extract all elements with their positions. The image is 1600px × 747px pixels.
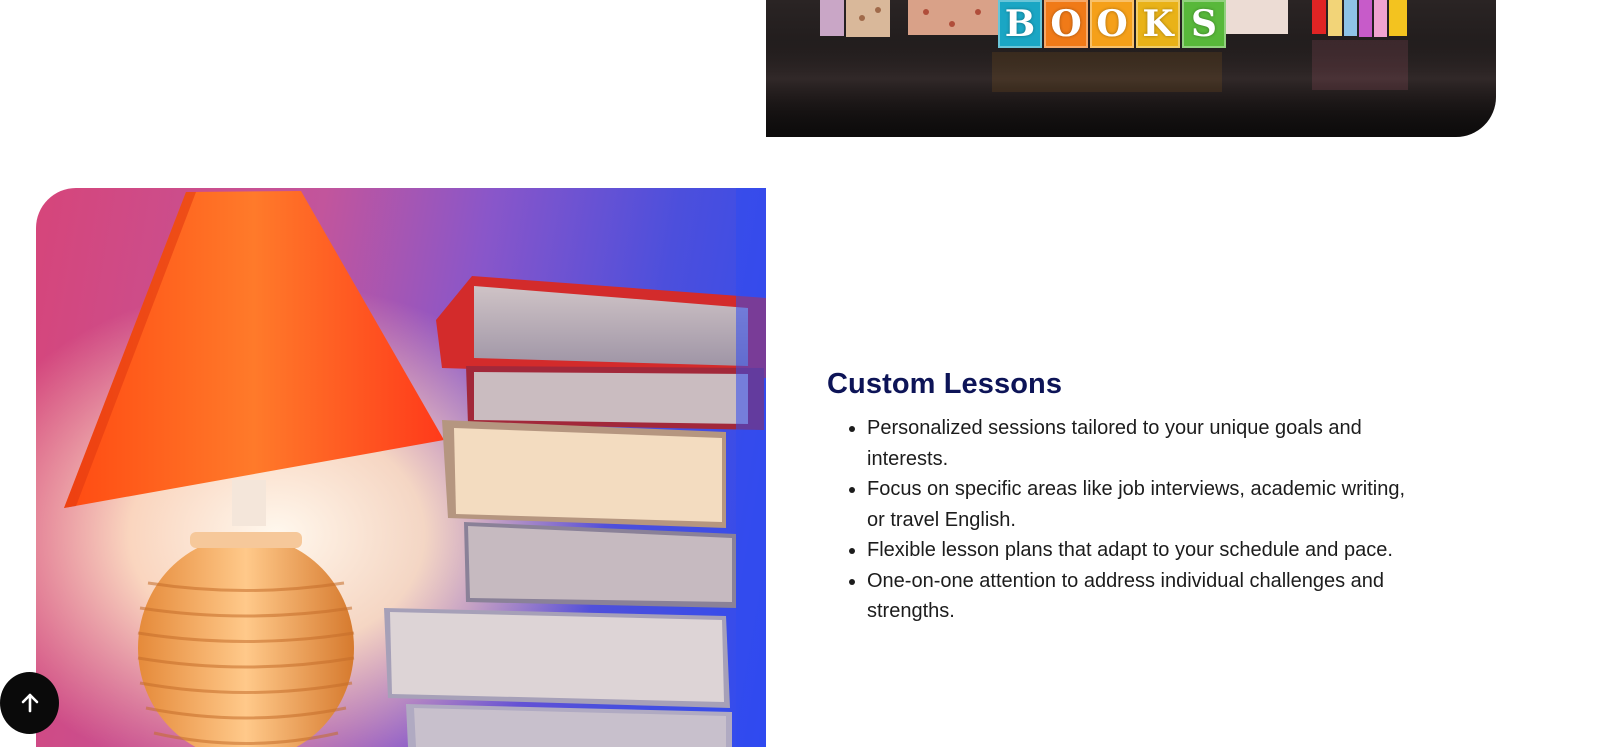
custom-lessons-section: Custom Lessons Personalized sessions tai… — [827, 368, 1427, 627]
section-title: Custom Lessons — [827, 368, 1063, 400]
letter-blocks: BOOKS — [998, 0, 1226, 50]
arrow-up-icon — [21, 693, 38, 713]
lamp-books-illustration — [36, 188, 766, 747]
lesson-features-list: Personalized sessions tailored to your u… — [827, 413, 1427, 627]
list-item: Focus on specific areas like job intervi… — [867, 474, 1422, 535]
letter-block: O — [1044, 0, 1088, 48]
letter-block: B — [998, 0, 1042, 48]
list-item: Flexible lesson plans that adapt to your… — [867, 535, 1422, 566]
books-shelf-image: BOOKS — [766, 0, 1496, 137]
page: BOOKS Custom Lessons • Personalized sess… — [0, 0, 1600, 747]
letter-block: O — [1090, 0, 1134, 48]
lamp-books-image — [36, 188, 766, 747]
letter-block: S — [1182, 0, 1226, 48]
list-item: Personalized sessions tailored to your u… — [867, 413, 1422, 474]
scroll-to-top-button[interactable] — [0, 672, 59, 734]
list-item: One-on-one attention to address individu… — [867, 566, 1422, 627]
letter-block: K — [1136, 0, 1180, 48]
